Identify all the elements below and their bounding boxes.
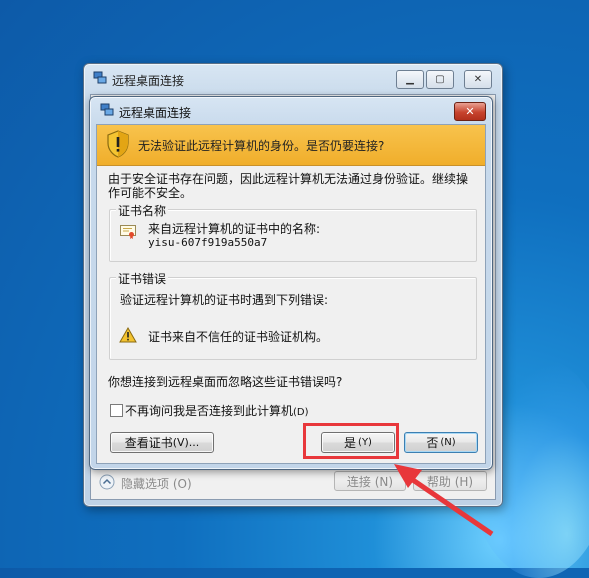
banner-message: 无法验证此远程计算机的身份。是否仍要连接? — [138, 139, 385, 153]
warning-shield-icon — [107, 130, 129, 158]
minimize-icon: ▁ — [406, 74, 414, 85]
warning-banner: 无法验证此远程计算机的身份。是否仍要连接? — [97, 125, 485, 166]
dont-ask-again-label[interactable]: 不再询问我是否连接到此计算机(D) — [125, 402, 309, 419]
dialog-content: 无法验证此远程计算机的身份。是否仍要连接? 由于安全证书存在问题，因此远程计算机… — [96, 124, 486, 464]
intro-text: 由于安全证书存在问题，因此远程计算机无法通过身份验证。继续操作可能不安全。 — [108, 172, 469, 200]
question-text: 你想连接到远程桌面而忽略这些证书错误吗? — [108, 375, 343, 389]
certificate-errors-heading: 验证远程计算机的证书时遇到下列错误: — [120, 293, 329, 307]
warning-icon — [119, 327, 137, 343]
certificate-name-group: 证书名称 来自远程计算机的证书中的名称: yisu-607f919a550a7 — [109, 202, 477, 262]
minimize-button[interactable]: ▁ — [396, 70, 424, 89]
close-icon: ✕ — [465, 105, 475, 118]
certificate-warning-dialog: 远程桌面连接 ✕ 无法验证此远程计算机的身份。是否仍要连接? 由于安全证书存在问… — [89, 96, 493, 470]
certificate-name-value: yisu-607f919a550a7 — [148, 236, 268, 249]
annotation-arrow — [394, 464, 494, 537]
dont-ask-again-checkbox[interactable] — [110, 404, 123, 417]
remote-desktop-icon — [93, 71, 107, 84]
window-title: 远程桌面连接 — [112, 74, 185, 88]
remote-desktop-icon — [100, 103, 114, 116]
certificate-errors-group: 证书错误 验证远程计算机的证书时遇到下列错误: 证书来自不信任的证书验证机构。 — [109, 270, 477, 360]
dialog-close-button[interactable]: ✕ — [454, 102, 486, 121]
certificate-icon — [120, 225, 136, 239]
hide-options-link[interactable]: 隐藏选项 (O) — [121, 475, 192, 492]
window-close-button[interactable]: ✕ — [464, 70, 492, 89]
maximize-icon: ▢ — [435, 74, 445, 85]
certificate-error-item: 证书来自不信任的证书验证机构。 — [148, 330, 329, 344]
certificate-errors-legend: 证书错误 — [116, 270, 169, 287]
dialog-title: 远程桌面连接 — [119, 106, 192, 120]
maximize-button[interactable]: ▢ — [426, 70, 454, 89]
certificate-name-legend: 证书名称 — [116, 202, 169, 219]
certificate-name-label: 来自远程计算机的证书中的名称: — [148, 222, 321, 236]
close-icon: ✕ — [473, 74, 483, 85]
chevron-up-icon[interactable] — [99, 474, 115, 490]
view-certificate-button[interactable]: 查看证书 (V)... — [110, 432, 214, 453]
